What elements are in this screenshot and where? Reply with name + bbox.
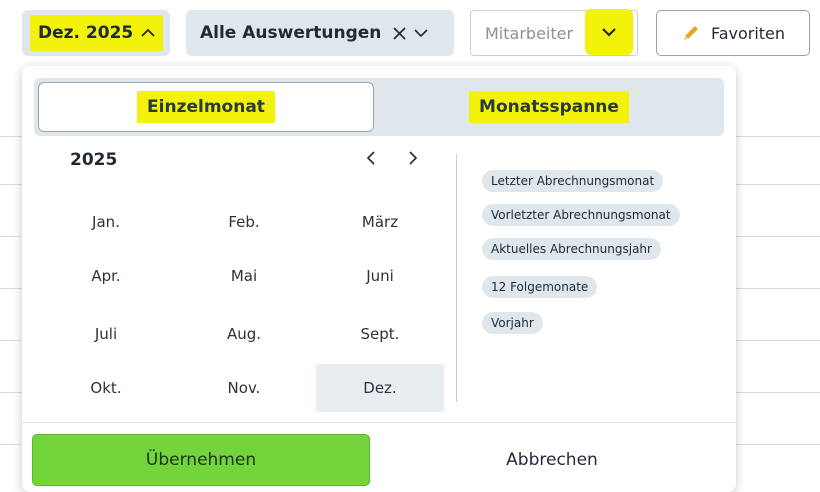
tab-month-range[interactable]: Monatsspanne xyxy=(378,82,720,132)
close-icon[interactable] xyxy=(393,26,406,40)
period-label: Dez. 2025 xyxy=(38,23,134,43)
employee-filter-input[interactable]: Mitarbeiter xyxy=(470,9,638,56)
month-aug[interactable]: Aug. xyxy=(180,310,308,358)
vertical-divider xyxy=(456,154,457,402)
employee-dropdown-toggle[interactable] xyxy=(585,9,633,55)
next-year-button[interactable] xyxy=(408,150,418,166)
month-jul[interactable]: Juli xyxy=(42,310,170,358)
preset-last-month[interactable]: Letzter Abrechnungsmonat xyxy=(482,170,664,192)
period-picker-popup: Einzelmonat Monatsspanne 2025 Jan. Feb. … xyxy=(22,66,736,492)
month-mar[interactable]: März xyxy=(316,198,444,246)
footer-divider xyxy=(22,422,736,423)
employee-placeholder: Mitarbeiter xyxy=(485,23,574,43)
month-may[interactable]: Mai xyxy=(180,252,308,300)
month-oct[interactable]: Okt. xyxy=(42,364,170,412)
cancel-button[interactable]: Abbrechen xyxy=(378,434,726,486)
period-selector[interactable]: Dez. 2025 xyxy=(22,10,170,56)
preset-previous-year[interactable]: Vorjahr xyxy=(482,312,543,334)
month-jan[interactable]: Jan. xyxy=(42,198,170,246)
previous-year-button[interactable] xyxy=(366,150,376,166)
favorites-button[interactable]: Favoriten xyxy=(656,10,810,56)
chevron-down-icon xyxy=(601,27,617,37)
preset-second-last-month[interactable]: Vorletzter Abrechnungsmonat xyxy=(482,204,680,226)
month-jun[interactable]: Juni xyxy=(316,252,444,300)
chevron-up-icon xyxy=(141,28,155,38)
chevron-down-icon[interactable] xyxy=(414,28,428,38)
apply-button[interactable]: Übernehmen xyxy=(32,434,370,486)
month-sep[interactable]: Sept. xyxy=(316,310,444,358)
month-dec[interactable]: Dez. xyxy=(316,364,444,412)
month-apr[interactable]: Apr. xyxy=(42,252,170,300)
period-highlight: Dez. 2025 xyxy=(30,15,164,51)
month-nov[interactable]: Nov. xyxy=(180,364,308,412)
pencil-icon xyxy=(681,23,701,43)
report-filter[interactable]: Alle Auswertungen xyxy=(186,10,454,56)
month-feb[interactable]: Feb. xyxy=(180,198,308,246)
tab-month-range-label: Monatsspanne xyxy=(469,91,629,123)
report-filter-label: Alle Auswertungen xyxy=(200,23,382,43)
preset-next-12-months[interactable]: 12 Folgemonate xyxy=(482,276,598,298)
tab-single-month[interactable]: Einzelmonat xyxy=(38,82,374,132)
preset-current-year[interactable]: Aktuelles Abrechnungsjahr xyxy=(482,238,661,260)
tab-single-month-label: Einzelmonat xyxy=(137,91,275,123)
mode-toggle: Einzelmonat Monatsspanne xyxy=(34,78,724,136)
favorites-label: Favoriten xyxy=(710,23,786,43)
year-label: 2025 xyxy=(70,150,118,170)
